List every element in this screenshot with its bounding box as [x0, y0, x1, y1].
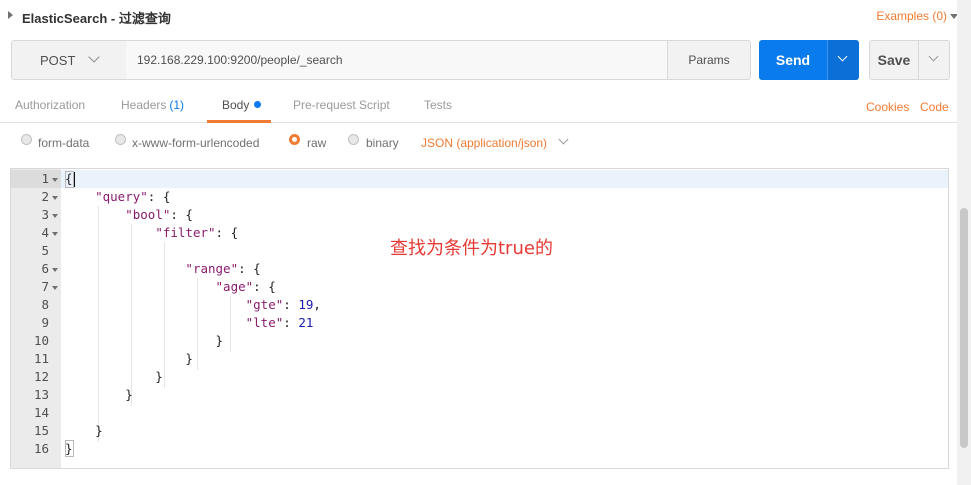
code-line[interactable]: "range": { — [65, 260, 260, 278]
code-line[interactable]: } — [65, 422, 103, 440]
line-number: 11 — [33, 351, 49, 366]
save-button[interactable]: Save — [869, 40, 919, 80]
send-options-button[interactable] — [827, 40, 859, 80]
examples-dropdown[interactable]: Examples (0) — [876, 9, 947, 23]
code-line[interactable]: "lte": 21 — [65, 314, 314, 332]
chevron-down-icon — [837, 51, 848, 62]
tab-tests[interactable]: Tests — [424, 98, 452, 112]
fold-arrow-icon[interactable] — [52, 286, 58, 290]
code-link[interactable]: Code — [920, 100, 949, 114]
code-line[interactable]: } — [65, 386, 133, 404]
code-editor[interactable]: 1 2 3 4 5 6 7 8 9 10 11 12 13 14 15 16 { "query": { "bo… — [10, 168, 949, 469]
request-title-bar: ElasticSearch - 过滤查询 Examples (0) — [0, 0, 971, 32]
code-line[interactable]: "age": { — [65, 278, 276, 296]
request-tabs: Authorization Headers (1) Body Pre-reques… — [0, 88, 971, 123]
chevron-down-icon — [928, 51, 939, 62]
headers-count-badge: (1) — [169, 98, 185, 112]
code-line[interactable]: } — [65, 368, 163, 386]
line-number: 12 — [33, 369, 49, 384]
send-button[interactable]: Send — [759, 40, 827, 80]
url-input[interactable] — [126, 40, 668, 80]
active-line-highlight — [11, 170, 948, 188]
line-number: 2 — [41, 189, 49, 204]
tab-body[interactable]: Body — [222, 98, 262, 112]
cookies-link[interactable]: Cookies — [866, 100, 909, 114]
code-line[interactable]: "query": { — [65, 188, 170, 206]
line-number: 5 — [41, 243, 49, 258]
code-line[interactable]: "filter": { — [65, 224, 238, 242]
tab-pre-request-script[interactable]: Pre-request Script — [293, 98, 390, 112]
method-label: POST — [40, 53, 76, 68]
chevron-down-icon[interactable] — [558, 134, 569, 145]
line-number: 10 — [33, 333, 49, 348]
request-title[interactable]: ElasticSearch - 过滤查询 — [22, 8, 171, 27]
line-number: 16 — [33, 441, 49, 456]
line-number: 6 — [41, 261, 49, 276]
fold-arrow-icon[interactable] — [52, 214, 58, 218]
radio-form-data[interactable] — [21, 134, 32, 145]
fold-arrow-icon[interactable] — [52, 268, 58, 272]
line-number: 13 — [33, 387, 49, 402]
line-number: 1 — [41, 171, 49, 186]
line-number: 14 — [33, 405, 49, 420]
params-button[interactable]: Params — [667, 40, 751, 80]
radio-binary[interactable] — [348, 134, 359, 145]
code-line[interactable]: } — [65, 440, 73, 458]
tab-headers-label: Headers — [121, 98, 167, 112]
chevron-down-icon — [88, 51, 100, 63]
code-line[interactable]: "gte": 19, — [65, 296, 321, 314]
option-label[interactable]: raw — [307, 136, 326, 150]
fold-arrow-icon[interactable] — [52, 178, 58, 182]
line-number: 9 — [41, 315, 49, 330]
radio-raw[interactable] — [289, 134, 300, 145]
tab-body-label: Body — [222, 98, 250, 112]
tab-headers[interactable]: Headers (1) — [121, 98, 184, 112]
fold-arrow-icon[interactable] — [52, 232, 58, 236]
code-line[interactable]: { — [65, 170, 73, 188]
line-number: 15 — [33, 423, 49, 438]
annotation-text: 查找为条件为true的 — [390, 238, 553, 259]
body-type-options: form-data x-www-form-urlencoded raw bina… — [0, 124, 971, 164]
radio-x-www-form-urlencoded[interactable] — [115, 134, 126, 145]
modified-dot-icon — [254, 101, 262, 108]
option-label[interactable]: form-data — [38, 136, 89, 150]
code-line[interactable]: } — [65, 332, 224, 350]
line-number: 7 — [41, 279, 49, 294]
fold-arrow-icon[interactable] — [52, 196, 58, 200]
content-type-dropdown[interactable]: JSON (application/json) — [421, 136, 547, 150]
tab-authorization[interactable]: Authorization — [15, 98, 85, 112]
line-number: 8 — [41, 297, 49, 312]
method-select[interactable]: POST — [11, 40, 127, 80]
option-label[interactable]: x-www-form-urlencoded — [132, 136, 259, 150]
save-options-button[interactable] — [918, 40, 950, 80]
option-label[interactable]: binary — [366, 136, 399, 150]
active-tab-indicator — [207, 120, 271, 123]
code-line[interactable]: } — [65, 350, 193, 368]
collapse-caret-icon[interactable] — [8, 11, 13, 19]
text-cursor — [74, 172, 75, 187]
line-number: 4 — [41, 225, 49, 240]
scrollbar-thumb[interactable] — [960, 208, 968, 448]
code-line[interactable]: "bool": { — [65, 206, 193, 224]
line-number: 3 — [41, 207, 49, 222]
